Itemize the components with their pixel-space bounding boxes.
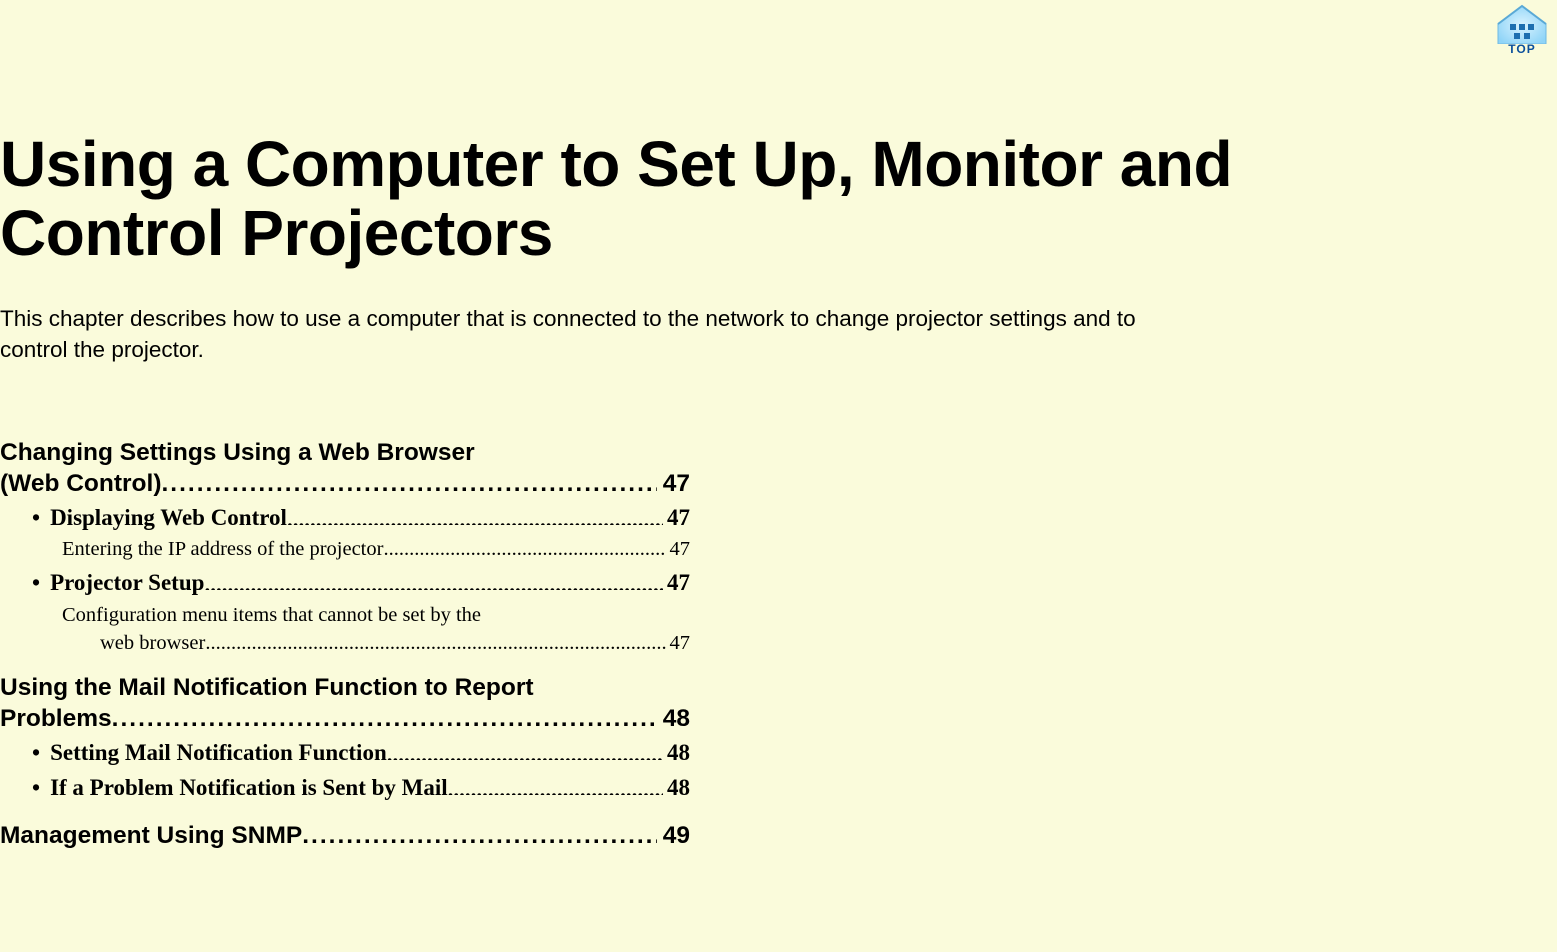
toc-leader-dots [302, 820, 657, 845]
toc-item-title: Entering the IP address of the projector [62, 535, 383, 565]
toc-section-link[interactable]: Using the Mail Notification Function to … [0, 672, 690, 735]
toc-page-number: 47 [663, 565, 690, 601]
home-top-icon [1494, 0, 1550, 44]
bullet-icon: • [32, 770, 50, 806]
toc-subsection-link[interactable]: • If a Problem Notification is Sent by M… [0, 770, 690, 806]
document-page: Using a Computer to Set Up, Monitor and … [0, 0, 1240, 851]
toc-page-number: 48 [657, 703, 690, 734]
toc-subsection-title: Setting Mail Notification Function [50, 735, 387, 771]
toc-page-number: 49 [657, 820, 690, 851]
toc-leader-dots [112, 703, 657, 728]
top-button[interactable]: TOP [1487, 0, 1557, 70]
toc-subsection-link[interactable]: • Projector Setup 47 [0, 565, 690, 601]
bullet-icon: • [32, 735, 50, 771]
toc-subsection-link[interactable]: • Setting Mail Notification Function 48 [0, 735, 690, 771]
toc-item-link[interactable]: Entering the IP address of the projector… [0, 535, 690, 565]
toc-page-number: 48 [663, 770, 690, 806]
toc-leader-dots [387, 737, 663, 760]
toc-leader-dots [448, 772, 663, 795]
toc-item-title-line1: Configuration menu items that cannot be … [62, 604, 481, 626]
toc-subsection-title: Displaying Web Control [50, 500, 287, 536]
toc-section-title: Management Using SNMP [0, 820, 302, 851]
table-of-contents: Changing Settings Using a Web Browser (W… [0, 437, 690, 851]
toc-leader-dots [287, 502, 663, 525]
toc-section-link[interactable]: Changing Settings Using a Web Browser (W… [0, 437, 690, 500]
bullet-icon: • [32, 565, 50, 601]
toc-subsection-title: If a Problem Notification is Sent by Mai… [50, 770, 448, 806]
toc-leader-dots [204, 567, 663, 590]
toc-item-link[interactable]: Configuration menu items that cannot be … [0, 601, 690, 658]
toc-section-title: Problems [0, 703, 112, 734]
toc-page-number: 47 [663, 500, 690, 536]
intro-paragraph: This chapter describes how to use a comp… [0, 304, 1160, 365]
toc-section-link[interactable]: Management Using SNMP 49 [0, 820, 690, 851]
toc-page-number: 47 [666, 535, 691, 565]
bullet-icon: • [32, 500, 50, 536]
toc-item-title-line2: web browser [100, 629, 205, 658]
toc-subsection-title: Projector Setup [50, 565, 204, 601]
page-title: Using a Computer to Set Up, Monitor and … [0, 130, 1240, 268]
toc-subsection-link[interactable]: • Displaying Web Control 47 [0, 500, 690, 536]
toc-page-number: 48 [663, 735, 690, 771]
toc-page-number: 47 [666, 629, 691, 658]
toc-leader-dots [383, 535, 665, 556]
toc-section-title: (Web Control) [0, 468, 162, 499]
toc-leader-dots [205, 629, 665, 650]
top-button-label: TOP [1508, 42, 1535, 56]
toc-page-number: 47 [657, 468, 690, 499]
toc-leader-dots [162, 468, 657, 493]
